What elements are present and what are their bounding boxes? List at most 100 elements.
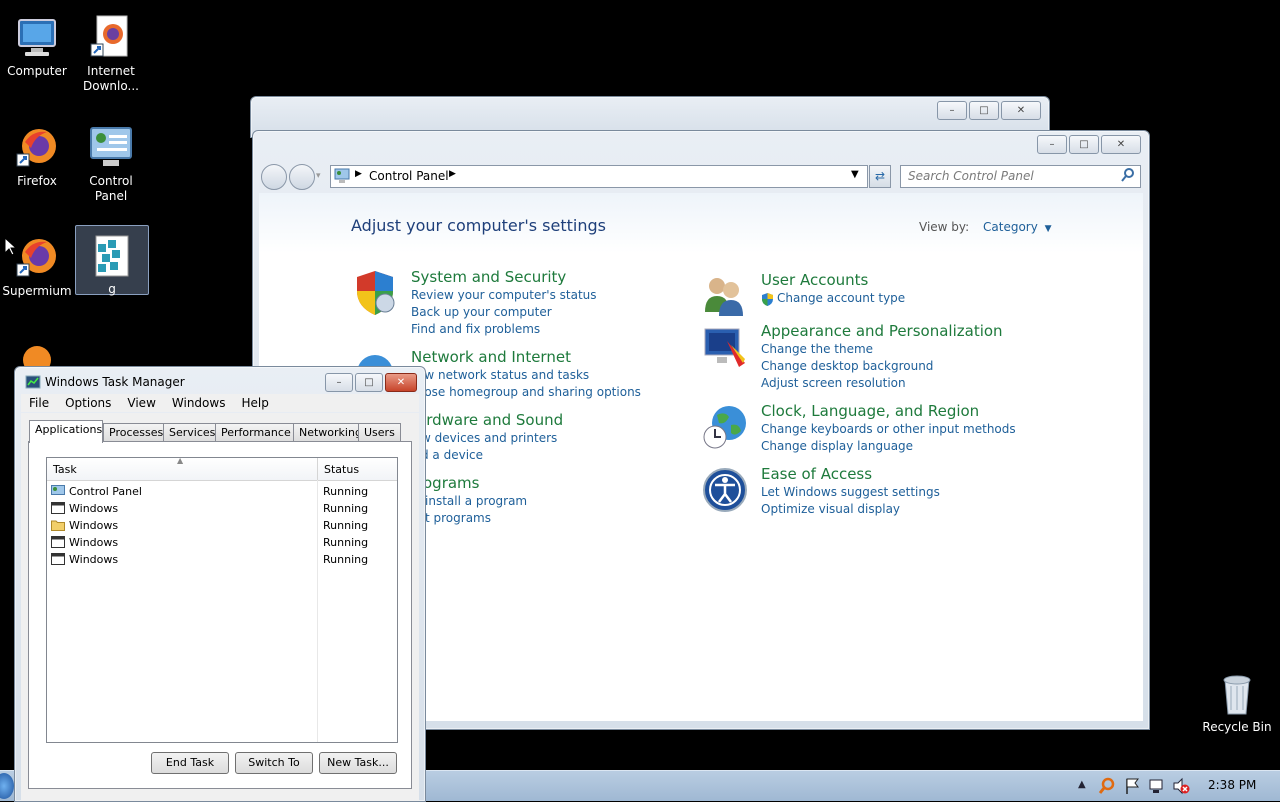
desktop-icon-firefox[interactable]: Firefox [0,118,74,189]
document-firefox-icon [87,14,135,62]
category-link[interactable]: Change the theme [761,341,1003,358]
category-title[interactable]: Network and Internet [411,347,641,367]
category-link[interactable]: Change display language [761,438,1016,455]
recent-pages-dropdown[interactable]: ▾ [316,171,321,181]
new-task-button[interactable]: New Task... [319,752,397,774]
category-link[interactable]: oose homegroup and sharing options [411,384,641,401]
refresh-button[interactable]: ⇄ [869,165,891,188]
table-row[interactable]: Windows Running [51,551,391,568]
table-row[interactable]: Windows Running [51,534,391,551]
ease-of-access-icon [701,466,749,514]
task-list[interactable]: ▲ Task Status Control Panel Running Wind… [46,456,398,743]
maximize-button[interactable]: □ [1069,135,1099,154]
window-icon [51,502,65,514]
category-link[interactable]: ew network status and tasks [411,367,641,384]
category-title[interactable]: ardware and Sound [411,410,563,430]
menu-view[interactable]: View [119,394,163,412]
view-by-label: View by: [919,220,970,234]
table-row[interactable]: Windows Running [51,517,391,534]
close-button[interactable]: ✕ [1001,101,1041,120]
maximize-button[interactable]: □ [355,373,383,392]
category-link[interactable]: install a program [411,493,527,510]
maximize-button[interactable]: □ [969,101,999,120]
desktop-icon-label: Recycle Bin [1202,720,1272,734]
minimize-button[interactable]: – [325,373,353,392]
category-link[interactable]: Adjust screen resolution [761,375,1003,392]
column-header-status[interactable]: Status [324,463,359,476]
address-bar[interactable]: ▶ Control Panel ▶ ▼ [330,165,868,188]
breadcrumb-separator-icon[interactable]: ▶ [449,169,456,179]
recycle-bin-icon [1213,670,1261,718]
category-link[interactable]: Change desktop background [761,358,1003,375]
task-name: Windows [69,502,119,515]
desktop-icon-label: Firefox [17,174,57,188]
applications-panel: ▲ Task Status Control Panel Running Wind… [28,441,412,789]
minimize-button[interactable]: – [937,101,967,120]
column-divider[interactable] [317,458,318,480]
category-link[interactable]: Change keyboards or other input methods [761,421,1016,438]
category-link[interactable]: w devices and printers [411,430,563,447]
close-button[interactable]: ✕ [385,373,417,392]
breadcrumb[interactable]: Control Panel [369,169,449,183]
menu-options[interactable]: Options [57,394,119,412]
desktop-icon-g[interactable]: g [75,225,149,296]
category-link[interactable]: Change account type [777,290,905,307]
desktop-icon-recycle-bin[interactable]: Recycle Bin [1200,664,1274,735]
volume-muted-icon[interactable] [1172,777,1190,798]
menu-windows[interactable]: Windows [164,394,234,412]
mouse-cursor-icon [4,236,18,260]
tab-networking[interactable]: Networking [293,423,368,442]
network-icon[interactable] [1148,777,1166,798]
table-row[interactable]: Control Panel Running [51,483,391,500]
tab-performance[interactable]: Performance [215,423,297,442]
window-controls: – □ ✕ [937,101,1041,120]
tab-users[interactable]: Users [358,423,401,442]
category-link[interactable]: t programs [411,510,527,527]
back-button[interactable] [261,164,287,190]
end-task-button[interactable]: End Task [151,752,229,774]
start-button[interactable] [0,773,14,799]
desktop-icon-internet-download[interactable]: Internet Downlo... [74,8,148,94]
column-header-task[interactable]: Task [53,463,77,476]
table-row[interactable]: Windows Running [51,500,391,517]
desktop-icon-control-panel[interactable]: Control Panel [74,118,148,204]
desktop-icon-label: Supermium [2,284,72,298]
category-title[interactable]: Appearance and Personalization [761,321,1003,341]
tab-strip: Applications Processes Services Performa… [29,420,409,443]
partial-desktop-icon[interactable] [20,340,54,374]
uac-shield-icon [761,293,774,309]
switch-to-button[interactable]: Switch To [235,752,313,774]
category-link[interactable]: Optimize visual display [761,501,940,518]
window-icon [51,553,65,565]
task-manager-window[interactable]: Windows Task Manager – □ ✕ File Options … [14,366,426,802]
task-status: Running [323,519,369,532]
category-title[interactable]: ograms [411,473,527,493]
menu-help[interactable]: Help [233,394,276,412]
action-center-flag-icon[interactable] [1124,777,1140,798]
desktop-icon-computer[interactable]: Computer [0,8,74,79]
category-title[interactable]: Ease of Access [761,464,940,484]
category-link[interactable]: Find and fix problems [411,321,597,338]
tab-services[interactable]: Services [163,423,222,442]
category-title[interactable]: System and Security [411,267,597,287]
tab-applications[interactable]: Applications [29,420,103,443]
view-by-dropdown[interactable]: Category ▼ [983,220,1052,234]
minimize-button[interactable]: – [1037,135,1067,154]
category-title[interactable]: User Accounts [761,270,905,290]
menu-file[interactable]: File [21,394,57,412]
category-title[interactable]: Clock, Language, and Region [761,401,1016,421]
chevron-down-icon[interactable]: ▼ [851,169,859,180]
clock-time[interactable]: 2:38 PM [1208,778,1256,792]
category-link[interactable]: d a device [411,447,563,464]
category-link[interactable]: Let Windows suggest settings [761,484,940,501]
show-hidden-icons-button[interactable]: ▲ [1078,779,1086,790]
category-link[interactable]: Review your computer's status [411,287,597,304]
search-input[interactable]: Search Control Panel [900,165,1141,188]
forward-button[interactable] [289,164,315,190]
tab-processes[interactable]: Processes [103,423,170,442]
search-tray-icon[interactable] [1098,777,1116,798]
category-link[interactable]: Back up your computer [411,304,597,321]
close-button[interactable]: ✕ [1101,135,1141,154]
control-panel-icon [51,485,65,497]
search-icon[interactable] [1120,167,1136,186]
